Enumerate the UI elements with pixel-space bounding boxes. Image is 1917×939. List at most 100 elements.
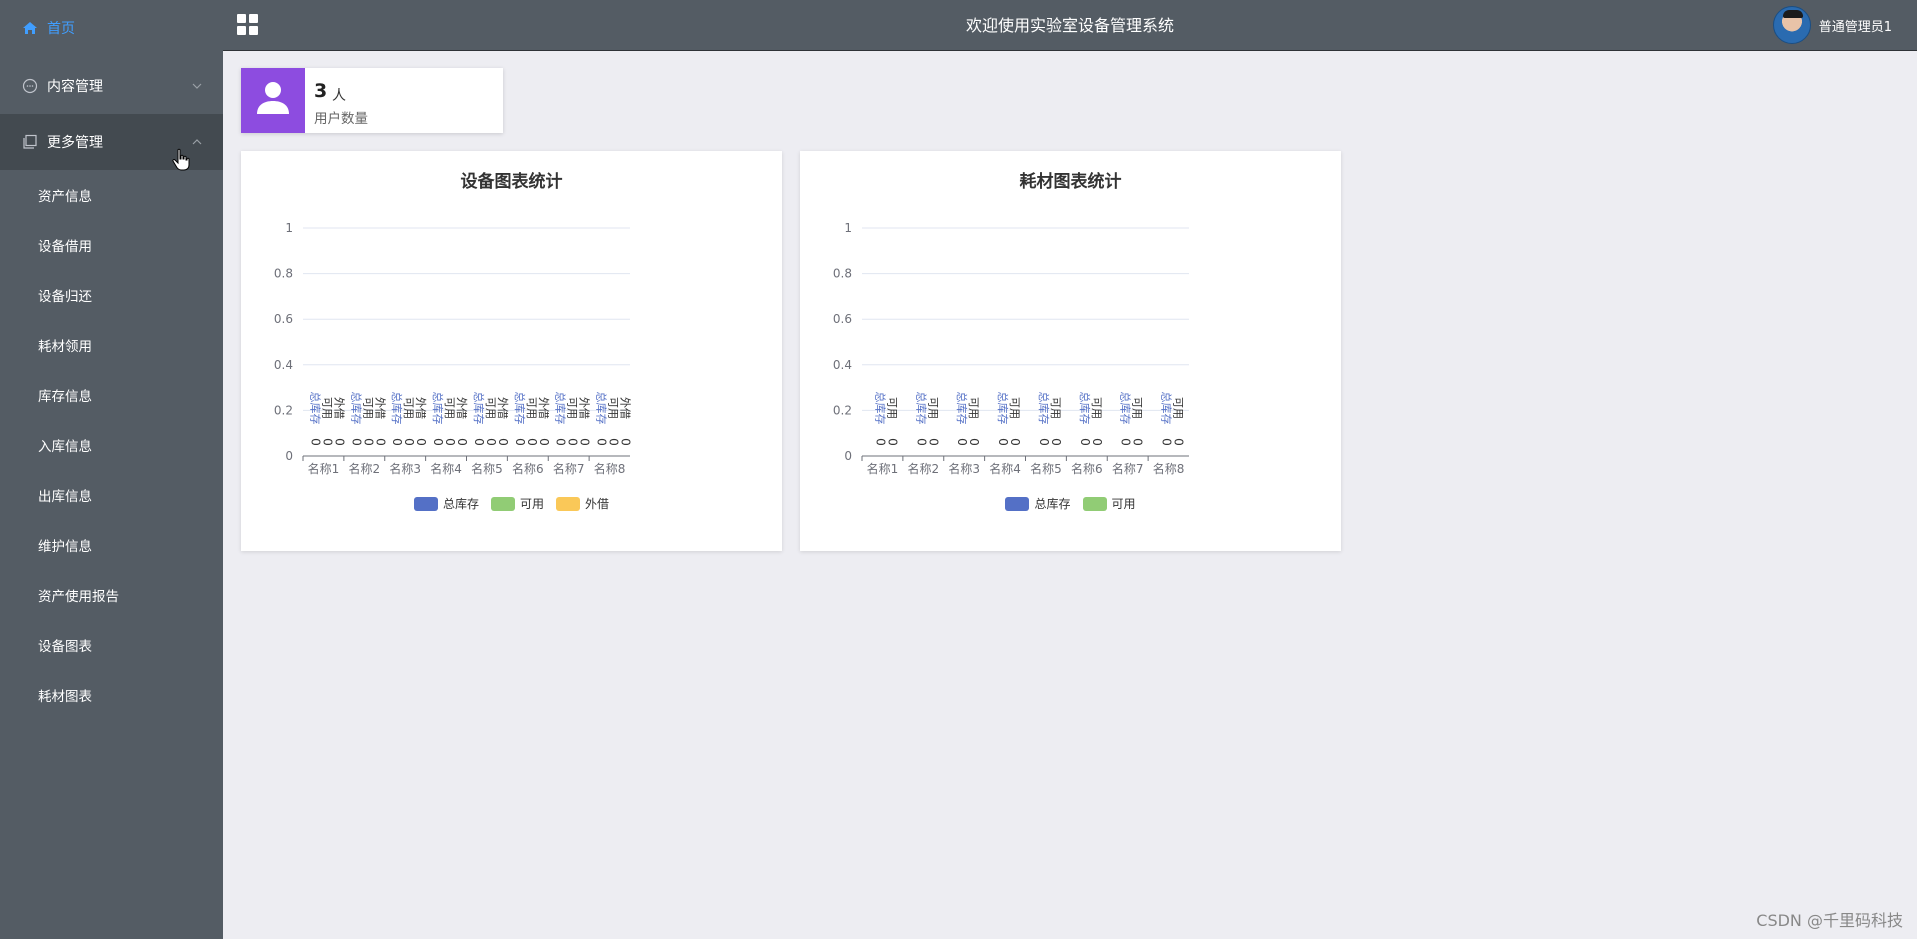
legend-label: 总库存	[442, 497, 479, 511]
x-tick-label: 名称5	[471, 461, 503, 476]
user-name: 普通管理员1	[1818, 19, 1892, 35]
bar-series-label: 总库存	[308, 392, 322, 425]
watermark: CSDN @千里码科技	[1756, 911, 1903, 930]
chart-legend: 总库存 可用 外借	[241, 495, 782, 512]
stat-value: 3	[314, 80, 328, 102]
y-tick-label: 0.6	[833, 312, 852, 326]
page-title: 欢迎使用实验室设备管理系统	[965, 16, 1174, 35]
bar-series-label: 外借	[496, 397, 509, 419]
bar-value-label: 0	[431, 438, 445, 446]
bar-value-label: 0	[578, 438, 592, 446]
chat-bubble-icon	[22, 78, 38, 94]
x-tick-label: 名称4	[989, 461, 1021, 476]
legend-label: 总库存	[1034, 497, 1071, 511]
bar-series-label: 可用	[926, 397, 939, 419]
bar-value-label: 0	[1160, 438, 1174, 446]
menu-item-content-management[interactable]: 内容管理	[0, 58, 223, 114]
submenu-label: 设备归还	[38, 289, 92, 305]
submenu-label: 维护信息	[38, 539, 92, 555]
bar-value-label: 0	[402, 438, 416, 446]
submenu-label: 入库信息	[38, 439, 92, 455]
bar-series-label: 外借	[332, 397, 345, 419]
legend-item[interactable]: 总库存	[413, 495, 479, 512]
bar-value-label: 0	[332, 438, 346, 446]
x-tick-label: 名称3	[948, 461, 980, 476]
bar-series-label: 可用	[607, 397, 620, 419]
bar-series-label: 总库存	[472, 392, 486, 425]
bar-series-label: 可用	[484, 397, 497, 419]
submenu-stock-out-info[interactable]: 出库信息	[0, 470, 223, 520]
menu-item-more-label: 更多管理	[47, 135, 103, 151]
y-tick-label: 0.6	[274, 312, 293, 326]
bar-value-label: 0	[1172, 438, 1186, 446]
x-tick-label: 名称4	[430, 461, 462, 476]
legend-item[interactable]: 总库存	[1005, 495, 1071, 512]
bar-series-label: 可用	[1008, 397, 1021, 419]
bar-value-label: 0	[996, 438, 1010, 446]
bar-value-label: 0	[926, 438, 940, 446]
bar-series-label: 可用	[443, 397, 456, 419]
bar-series-label: 外借	[373, 397, 386, 419]
x-tick-label: 名称1	[308, 461, 340, 476]
avatar[interactable]	[1772, 6, 1811, 44]
sidebar: 首页 内容管理 更多管理 资产信息 设备借用 设备归还 耗材领用 库存信息 入库…	[0, 0, 223, 939]
y-tick-label: 1	[844, 221, 852, 235]
legend-swatch	[1082, 496, 1107, 511]
submenu-equipment-return[interactable]: 设备归还	[0, 270, 223, 320]
legend-swatch	[1005, 496, 1030, 511]
copy-icon	[23, 134, 37, 149]
collapse-menu-button[interactable]	[237, 14, 259, 36]
submenu-inventory-info[interactable]: 库存信息	[0, 370, 223, 420]
submenu-asset-info[interactable]: 资产信息	[0, 170, 223, 220]
bar-series-label: 外借	[619, 397, 632, 419]
bar-value-label: 0	[390, 438, 404, 446]
x-tick-label: 名称7	[553, 461, 585, 476]
bar-value-label: 0	[1078, 438, 1092, 446]
bar-value-label: 0	[885, 438, 899, 446]
consumable-chart-card: 耗材图表统计 0 0.2 0.4 0.6 0.8 1 名称1 0 总库存 0 可用 名称2 0 总库存 0 可…	[800, 151, 1341, 551]
menu-item-home[interactable]: 首页	[0, 0, 223, 56]
legend-item[interactable]: 可用	[1082, 495, 1136, 512]
bar-series-label: 外借	[578, 397, 591, 419]
menu-item-content-label: 内容管理	[47, 79, 103, 95]
submenu-equipment-borrow[interactable]: 设备借用	[0, 220, 223, 270]
bar-value-label: 0	[554, 438, 568, 446]
user-menu[interactable]: 普通管理员1	[1772, 6, 1892, 44]
bar-value-label: 0	[537, 438, 551, 446]
bar-value-label: 0	[566, 438, 580, 446]
bar-series-label: 总库存	[554, 392, 568, 425]
bar-value-label: 0	[873, 438, 887, 446]
bar-series-label: 总库存	[873, 392, 887, 425]
legend-swatch	[490, 496, 515, 511]
bar-value-label: 0	[1008, 438, 1022, 446]
x-tick-label: 名称7	[1112, 461, 1144, 476]
bar-value-label: 0	[496, 438, 510, 446]
x-tick-label: 名称6	[512, 461, 544, 476]
bar-series-label: 总库存	[955, 392, 969, 425]
bar-series-label: 可用	[1049, 397, 1062, 419]
bar-series-label: 总库存	[1160, 392, 1174, 425]
submenu-maintenance-info[interactable]: 维护信息	[0, 520, 223, 570]
stat-unit: 人	[332, 88, 346, 104]
submenu-equipment-chart[interactable]: 设备图表	[0, 620, 223, 670]
bar-series-label: 外借	[537, 397, 550, 419]
bar-series-label: 总库存	[1119, 392, 1133, 425]
legend-item[interactable]: 外借	[556, 495, 609, 512]
submenu-label: 耗材图表	[38, 689, 92, 705]
bar-value-label: 0	[595, 438, 609, 446]
submenu-consumable-chart[interactable]: 耗材图表	[0, 670, 223, 720]
legend-swatch	[556, 496, 580, 511]
y-tick-label: 0	[844, 449, 852, 463]
bar-series-label: 可用	[1172, 397, 1185, 419]
submenu-consumable-claim[interactable]: 耗材领用	[0, 320, 223, 370]
bar-series-label: 总库存	[1037, 392, 1051, 425]
legend-label: 可用	[1111, 497, 1136, 511]
submenu-asset-usage-report[interactable]: 资产使用报告	[0, 570, 223, 620]
y-tick-label: 0.2	[274, 403, 293, 417]
legend-item[interactable]: 可用	[490, 495, 544, 512]
x-tick-label: 名称8	[594, 461, 626, 476]
bar-series-label: 可用	[1131, 397, 1144, 419]
home-icon	[23, 22, 37, 34]
submenu-stock-in-info[interactable]: 入库信息	[0, 420, 223, 470]
bar-series-label: 可用	[402, 397, 415, 419]
